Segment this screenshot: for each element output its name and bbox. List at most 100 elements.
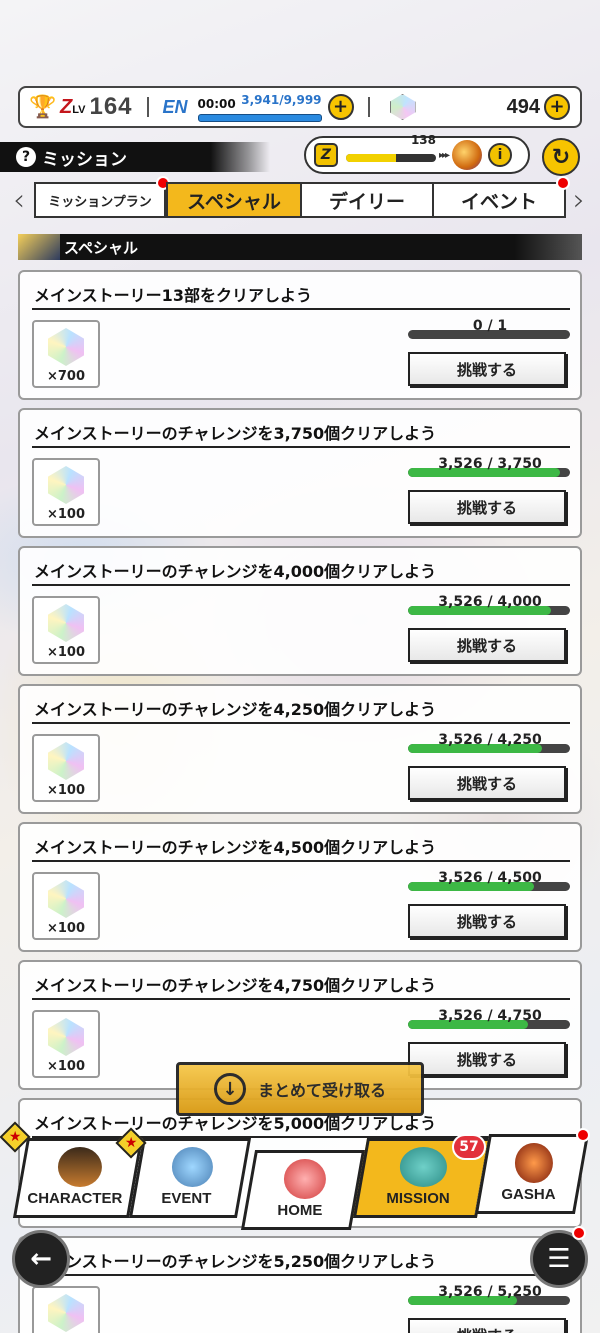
tab-daily[interactable]: デイリー	[300, 182, 434, 218]
challenge-button[interactable]: 挑戦する	[408, 628, 566, 662]
reward-quantity: ×100	[46, 645, 86, 660]
nav-gasha[interactable]: GASHA	[474, 1134, 590, 1214]
mission-card: メインストーリーのチャレンジを3,750個クリアしよう ×100 3,526 /…	[18, 408, 582, 538]
reward-quantity: ×100	[46, 921, 86, 936]
info-icon[interactable]: i	[488, 143, 513, 167]
energy-label: EN	[162, 96, 188, 117]
crystal-count: 494	[506, 95, 540, 118]
mission-progress-text: 3,526 / 4,250	[438, 732, 542, 748]
reward-quantity: ×100	[46, 507, 86, 522]
section-title: スペシャル	[64, 238, 138, 257]
section-avatar	[18, 234, 60, 260]
energy-count: 3,941/9,999	[241, 92, 322, 107]
z-badge-icon: Z	[314, 143, 338, 167]
challenge-button[interactable]: 挑戦する	[408, 490, 566, 524]
tab-prev-arrow-icon[interactable]: ‹	[8, 182, 30, 218]
help-icon[interactable]: ?	[16, 147, 36, 167]
nav-home[interactable]: HOME	[240, 1150, 366, 1230]
z-progress-value: 138	[410, 133, 436, 147]
mission-title: メインストーリーのチャレンジを3,750個クリアしよう	[34, 424, 437, 443]
mission-title: メインストーリーのチャレンジを4,500個クリアしよう	[34, 838, 437, 857]
reward-quantity: ×100	[46, 1059, 86, 1074]
reward-box[interactable]: ×700	[32, 320, 100, 388]
mission-card: メインストーリーのチャレンジを5,250個クリアしよう 3,526 / 5,25…	[18, 1236, 582, 1333]
mission-card: メインストーリーのチャレンジを4,500個クリアしよう ×100 3,526 /…	[18, 822, 582, 952]
gasha-art	[515, 1143, 553, 1183]
nav-label: EVENT	[161, 1190, 212, 1207]
divider	[32, 308, 570, 310]
divider	[32, 860, 570, 862]
divider	[146, 97, 149, 117]
challenge-button-label: 挑戦する	[456, 774, 517, 793]
challenge-button-label: 挑戦する	[456, 498, 517, 517]
challenge-button[interactable]: 挑戦する	[408, 766, 566, 800]
nav-label: HOME	[276, 1202, 322, 1219]
challenge-button[interactable]: 挑戦する	[408, 1042, 566, 1076]
reward-box[interactable]: ×100	[32, 458, 100, 526]
chrono-crystal-icon	[48, 1294, 84, 1332]
challenge-button[interactable]: 挑戦する	[408, 1318, 566, 1333]
reward-box[interactable]: ×100	[32, 734, 100, 802]
trophy-icon: 🏆	[29, 94, 57, 120]
nav-event[interactable]: EVENT	[128, 1138, 252, 1218]
chrono-crystal-icon	[48, 328, 84, 366]
divider	[32, 584, 570, 586]
divider	[367, 97, 370, 117]
energy-timer: 00:00	[197, 96, 236, 111]
refresh-button[interactable]: ↻	[542, 138, 580, 176]
receive-all-label: まとめて受け取る	[257, 1081, 386, 1100]
challenge-button-label: 挑戦する	[456, 360, 517, 379]
mission-progress-text: 3,526 / 4,750	[438, 1008, 542, 1024]
download-arrow-icon: ↓	[213, 1073, 246, 1105]
tab-special[interactable]: スペシャル	[166, 182, 302, 218]
reward-character-icon	[452, 140, 483, 170]
arrows-icon: ▸▸▸	[439, 149, 450, 161]
z-progress-fill	[346, 154, 396, 162]
nav-label: MISSION	[386, 1190, 451, 1207]
tab-next-arrow-icon[interactable]: ›	[568, 182, 590, 218]
tab-label: ミッションプラン	[48, 194, 152, 210]
mission-title: メインストーリーのチャレンジを4,750個クリアしよう	[34, 976, 437, 995]
reward-box[interactable]	[32, 1286, 100, 1333]
character-art	[57, 1147, 102, 1187]
reward-quantity: ×100	[46, 783, 86, 798]
page-title: ミッション	[42, 149, 127, 170]
reward-box[interactable]: ×100	[32, 872, 100, 940]
event-art	[171, 1147, 213, 1187]
chrono-crystal-icon	[48, 604, 84, 642]
challenge-button-label: 挑戦する	[456, 1050, 517, 1069]
challenge-button-label: 挑戦する	[456, 912, 517, 931]
mission-art	[400, 1147, 448, 1187]
mission-card: メインストーリーのチャレンジを4,000個クリアしよう ×100 3,526 /…	[18, 546, 582, 676]
mission-progress-text: 3,526 / 4,500	[438, 870, 542, 886]
mission-card: メインストーリーのチャレンジを4,250個クリアしよう ×100 3,526 /…	[18, 684, 582, 814]
zlv-label: ZLV	[60, 95, 86, 118]
challenge-button[interactable]: 挑戦する	[408, 352, 566, 386]
add-crystal-button[interactable]: +	[544, 94, 570, 120]
zlv-value: 164	[89, 93, 133, 120]
mission-title: メインストーリーのチャレンジを4,000個クリアしよう	[34, 562, 437, 581]
receive-all-button[interactable]: ↓ まとめて受け取る	[176, 1062, 424, 1116]
reward-box[interactable]: ×100	[32, 596, 100, 664]
reward-quantity: ×700	[46, 369, 86, 384]
tab-mission-plan[interactable]: ミッションプラン	[34, 176, 170, 218]
add-energy-button[interactable]: +	[327, 94, 354, 120]
notification-dot	[572, 1226, 586, 1240]
back-button[interactable]: ←	[12, 1230, 70, 1288]
tab-event[interactable]: イベント	[432, 176, 570, 218]
tab-label: イベント	[460, 190, 537, 213]
reward-box[interactable]: ×100	[32, 1010, 100, 1078]
divider	[32, 998, 570, 1000]
divider	[32, 722, 570, 724]
mission-title: メインストーリーのチャレンジを4,250個クリアしよう	[34, 700, 437, 719]
mission-title: メインストーリーのチャレンジを5,250個クリアしよう	[34, 1252, 437, 1271]
mission-progress-text: 3,526 / 4,000	[438, 594, 542, 610]
challenge-button[interactable]: 挑戦する	[408, 904, 566, 938]
tab-label: デイリー	[328, 190, 405, 213]
chrono-crystal-icon	[48, 880, 84, 918]
chrono-crystal-icon	[48, 742, 84, 780]
z-level-progress[interactable]: Z 138 ▸▸▸ i	[304, 133, 530, 174]
mission-count-badge: 57	[452, 1134, 486, 1160]
status-bar: 🏆 ZLV 164 EN 00:00 3,941/9,999 + 494 +	[18, 86, 582, 128]
chrono-crystal-icon	[389, 94, 416, 120]
